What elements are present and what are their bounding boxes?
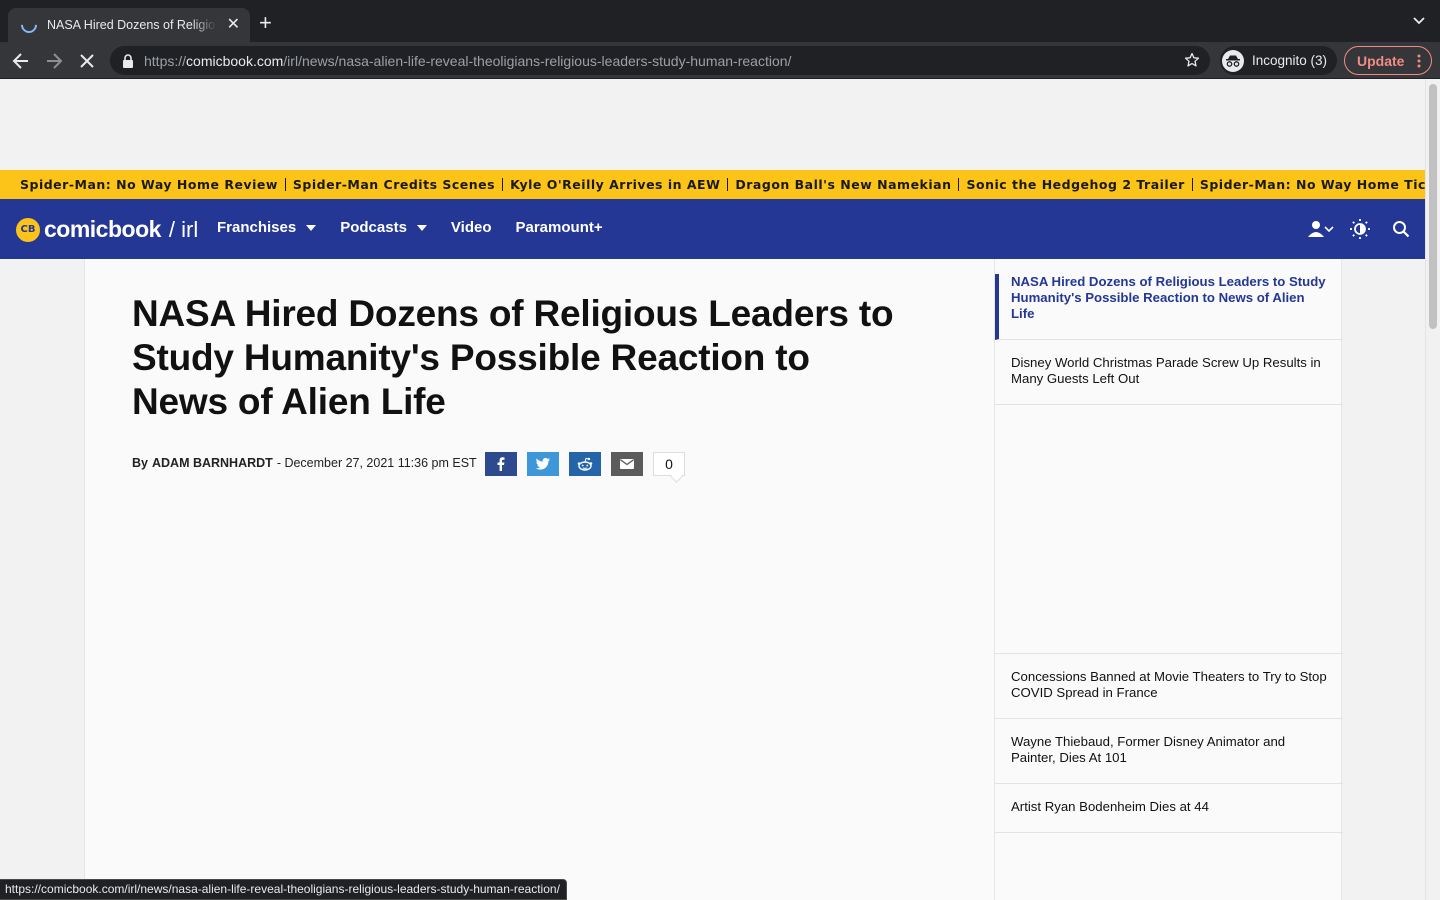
- author-link[interactable]: ADAM BARNHARDT: [152, 456, 273, 470]
- tab-search-chevron-icon[interactable]: [1412, 14, 1426, 28]
- more-menu-icon[interactable]: [1417, 54, 1421, 68]
- trending-link[interactable]: Dragon Ball's New Namekian: [735, 178, 960, 191]
- menu-video[interactable]: Video: [451, 219, 492, 236]
- trending-link[interactable]: Spider-Man: No Way Home Tickets On S: [1200, 178, 1425, 191]
- trending-link[interactable]: Spider-Man: No Way Home Review: [20, 178, 286, 191]
- tab-title: NASA Hired Dozens of Religious Leaders t…: [46, 18, 217, 32]
- share-email-button[interactable]: [611, 452, 643, 476]
- address-bar[interactable]: https://comicbook.com/irl/news/nasa-alie…: [110, 46, 1210, 75]
- reddit-icon: [577, 457, 593, 471]
- search-icon[interactable]: [1392, 220, 1410, 238]
- sidebar-story-link[interactable]: NASA Hired Dozens of Religious Leaders t…: [995, 274, 1343, 340]
- twitter-icon: [536, 458, 550, 470]
- comment-count-button[interactable]: 0: [653, 452, 685, 476]
- page-scrollbar[interactable]: [1425, 80, 1440, 900]
- sidebar-story-link[interactable]: Concessions Banned at Movie Theaters to …: [995, 654, 1343, 719]
- scrollbar-thumb[interactable]: [1429, 84, 1437, 329]
- logo-section[interactable]: / irl: [169, 217, 198, 243]
- incognito-icon: [1222, 49, 1244, 72]
- trending-link[interactable]: Kyle O'Reilly Arrives in AEW: [510, 178, 729, 191]
- trending-link[interactable]: Sonic the Hedgehog 2 Trailer: [966, 178, 1193, 191]
- sidebar-story-link[interactable]: Disney World Christmas Parade Screw Up R…: [995, 340, 1343, 405]
- user-account-icon[interactable]: [1307, 220, 1335, 238]
- stop-loading-icon[interactable]: [76, 50, 98, 72]
- new-tab-icon[interactable]: +: [259, 12, 272, 34]
- trending-link[interactable]: Spider-Man Credits Scenes: [293, 178, 504, 191]
- tab-close-icon[interactable]: ✕: [227, 17, 240, 33]
- main-menu: Franchises Podcasts Video Paramount+: [217, 219, 627, 236]
- bookmark-star-icon[interactable]: [1184, 52, 1200, 68]
- article-headline: NASA Hired Dozens of Religious Leaders t…: [132, 293, 894, 422]
- incognito-indicator[interactable]: Incognito (3): [1220, 46, 1338, 75]
- byline-by: By: [132, 456, 148, 470]
- address-url[interactable]: https://comicbook.com/irl/news/nasa-alie…: [144, 53, 791, 69]
- menu-podcasts[interactable]: Podcasts: [340, 219, 427, 236]
- publish-date: - December 27, 2021 11:36 pm EST: [276, 456, 477, 470]
- article-container: NASA Hired Dozens of Religious Leaders t…: [84, 259, 1343, 900]
- update-label: Update: [1357, 52, 1405, 69]
- update-button[interactable]: Update: [1344, 46, 1432, 75]
- share-facebook-button[interactable]: [485, 452, 517, 476]
- lock-icon[interactable]: [122, 53, 134, 68]
- menu-paramount[interactable]: Paramount+: [516, 219, 603, 236]
- email-icon: [620, 459, 634, 469]
- sidebar-ad-slot: [995, 405, 1343, 654]
- site-logo[interactable]: CB comicbook / irl: [16, 216, 198, 243]
- browser-toolbar: https://comicbook.com/irl/news/nasa-alie…: [0, 42, 1440, 79]
- share-twitter-button[interactable]: [527, 452, 559, 476]
- trending-bar: Spider-Man: No Way Home Review Spider-Ma…: [0, 170, 1425, 199]
- sidebar-story-link[interactable]: Artist Ryan Bodenheim Dies at 44: [995, 784, 1343, 833]
- incognito-label: Incognito (3): [1252, 53, 1328, 68]
- logo-wordmark: comicbook: [44, 216, 161, 242]
- site-navigation: CB comicbook / irl Franchises Podcasts V…: [0, 199, 1425, 259]
- facebook-icon: [497, 457, 505, 471]
- related-sidebar: NASA Hired Dozens of Religious Leaders t…: [994, 259, 1343, 900]
- browser-tab[interactable]: NASA Hired Dozens of Religious Leaders t…: [8, 8, 250, 42]
- loading-spinner-icon: [17, 13, 41, 37]
- forward-arrow-icon[interactable]: [43, 50, 65, 72]
- theme-toggle-icon[interactable]: [1349, 218, 1371, 240]
- article-byline: By ADAM BARNHARDT - December 27, 2021 11…: [132, 456, 477, 470]
- page-viewport: Spider-Man: No Way Home Review Spider-Ma…: [0, 80, 1425, 900]
- caret-down-icon: [416, 224, 427, 231]
- browser-tab-strip: NASA Hired Dozens of Religious Leaders t…: [0, 0, 1440, 42]
- back-arrow-icon[interactable]: [10, 50, 32, 72]
- logo-badge: CB: [16, 217, 40, 242]
- link-status-bar: https://comicbook.com/irl/news/nasa-alie…: [0, 879, 567, 900]
- caret-down-icon: [306, 224, 317, 231]
- sidebar-story-link[interactable]: Wayne Thiebaud, Former Disney Animator a…: [995, 719, 1343, 784]
- comment-count: 0: [665, 456, 673, 472]
- share-reddit-button[interactable]: [569, 452, 601, 476]
- menu-franchises[interactable]: Franchises: [217, 219, 317, 236]
